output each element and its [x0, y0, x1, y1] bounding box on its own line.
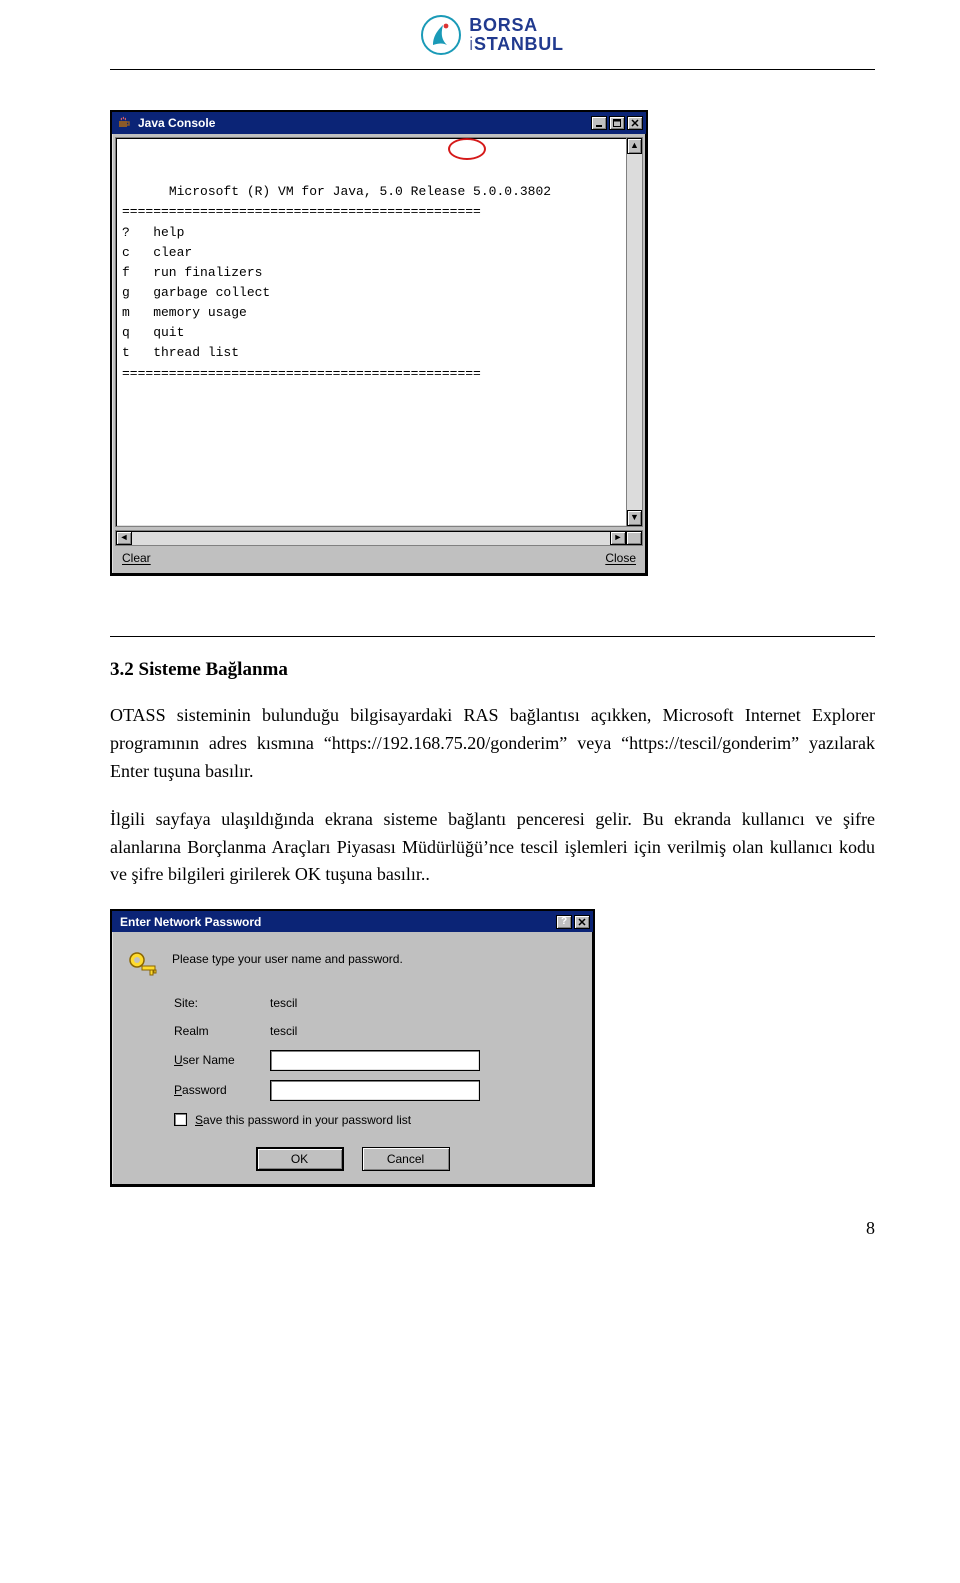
- scroll-corner: [626, 531, 642, 545]
- dialog-body: Please type your user name and password.…: [112, 932, 593, 1185]
- save-password-checkbox[interactable]: [174, 1113, 187, 1126]
- scroll-down-button[interactable]: ▼: [627, 510, 642, 526]
- java-cup-icon: [116, 115, 132, 131]
- site-label: Site:: [174, 994, 258, 1013]
- cancel-button[interactable]: Cancel: [362, 1147, 450, 1171]
- realm-value: tescil: [270, 1022, 297, 1041]
- page-number: 8: [110, 1215, 875, 1243]
- clear-button[interactable]: Clear: [118, 549, 155, 570]
- divider: [110, 69, 875, 70]
- vertical-scrollbar[interactable]: ▲ ▼: [626, 138, 642, 526]
- paragraph-2: İlgili sayfaya ulaşıldığında ekrana sist…: [110, 806, 875, 890]
- close-console-button[interactable]: Close: [601, 549, 640, 570]
- red-circle-annotation-icon: [448, 138, 486, 160]
- brand-line1: BORSA: [469, 16, 563, 35]
- username-label: User Name: [174, 1051, 258, 1070]
- brand-line2: iSTANBUL: [469, 35, 563, 54]
- dialog-titlebar: Enter Network Password ?: [112, 911, 593, 932]
- java-console-titlebar: Java Console: [112, 112, 646, 134]
- brand-text: BORSA iSTANBUL: [469, 16, 563, 54]
- username-row: User Name: [174, 1050, 579, 1071]
- dialog-message: Please type your user name and password.: [172, 948, 403, 969]
- save-password-row: Save this password in your password list: [174, 1111, 579, 1130]
- close-dialog-button[interactable]: [574, 915, 590, 929]
- console-body: Microsoft (R) VM for Java, 5.0 Release 5…: [115, 137, 643, 527]
- window-buttons: [591, 116, 643, 130]
- console-text: Microsoft (R) VM for Java, 5.0 Release 5…: [116, 138, 626, 526]
- network-password-dialog: Enter Network Password ? Please type yo: [110, 909, 595, 1187]
- brand-header: BORSA iSTANBUL: [110, 15, 875, 65]
- scroll-up-button[interactable]: ▲: [627, 138, 642, 154]
- section-heading: 3.2 Sisteme Bağlanma: [110, 655, 875, 684]
- key-icon: [126, 948, 160, 982]
- scroll-track[interactable]: [627, 154, 642, 510]
- realm-row: Realm tescil: [174, 1022, 579, 1041]
- dialog-window-buttons: ?: [556, 915, 590, 929]
- dialog-title: Enter Network Password: [116, 913, 550, 932]
- ok-button[interactable]: OK: [256, 1147, 344, 1171]
- java-console-title: Java Console: [138, 114, 585, 133]
- save-password-label: Save this password in your password list: [195, 1111, 411, 1130]
- java-console-window: Java Console Microsoft (R) VM for Java, …: [110, 110, 648, 576]
- password-label: Password: [174, 1081, 258, 1100]
- help-button[interactable]: ?: [556, 915, 572, 929]
- realm-label: Realm: [174, 1022, 258, 1041]
- dialog-buttons: OK Cancel: [126, 1147, 579, 1171]
- maximize-button[interactable]: [609, 116, 625, 130]
- minimize-button[interactable]: [591, 116, 607, 130]
- close-button[interactable]: [627, 116, 643, 130]
- site-value: tescil: [270, 994, 297, 1013]
- divider: [110, 636, 875, 637]
- username-input[interactable]: [270, 1050, 480, 1071]
- scroll-right-button[interactable]: ►: [610, 531, 626, 545]
- console-button-bar: Clear Close: [112, 549, 646, 574]
- scroll-left-button[interactable]: ◄: [116, 531, 132, 545]
- horizontal-scrollbar[interactable]: ◄ ►: [115, 530, 643, 546]
- password-input[interactable]: [270, 1080, 480, 1101]
- paragraph-1: OTASS sisteminin bulunduğu bilgisayardak…: [110, 702, 875, 786]
- password-row: Password: [174, 1080, 579, 1101]
- site-row: Site: tescil: [174, 994, 579, 1013]
- borsa-istanbul-logo-icon: [421, 15, 461, 55]
